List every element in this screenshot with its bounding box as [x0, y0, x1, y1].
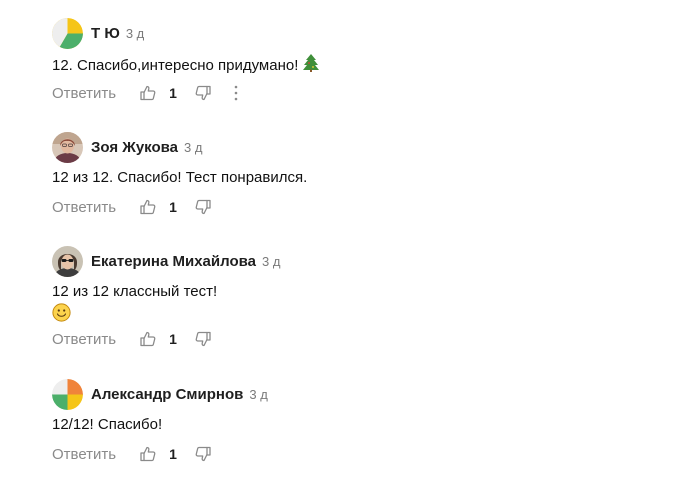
- thumbs-up-icon[interactable]: [140, 331, 156, 347]
- thumbs-down-icon[interactable]: [195, 85, 211, 101]
- smile-emoji-icon: [52, 303, 71, 328]
- more-options-icon[interactable]: [233, 85, 239, 101]
- comment-time: 3 д: [249, 386, 268, 402]
- comment-text: 12. Спасибо,интересно придумано!: [52, 54, 319, 78]
- reply-button[interactable]: Ответить: [52, 446, 116, 463]
- reply-button[interactable]: Ответить: [52, 85, 116, 102]
- comment-header: Екатерина Михайлова 3 д: [52, 245, 280, 277]
- thumbs-up-icon[interactable]: [140, 85, 156, 101]
- avatar[interactable]: [52, 245, 83, 277]
- comment-text: 12 из 12 классный тест!: [52, 282, 217, 328]
- comment-time: 3 д: [261, 253, 281, 269]
- avatar[interactable]: [52, 17, 83, 49]
- comment-actions: Ответить 1: [52, 444, 211, 464]
- like-count: 1: [169, 446, 177, 462]
- thumbs-up-icon[interactable]: [140, 199, 156, 215]
- thumbs-down-icon[interactable]: [195, 331, 211, 347]
- avatar[interactable]: [52, 378, 83, 410]
- comment-author[interactable]: Т Ю: [91, 25, 120, 42]
- comment-header: Т Ю 3 д: [52, 17, 144, 49]
- comment-text-content: 12. Спасибо,интересно придумано!: [52, 56, 299, 74]
- comment-actions: Ответить 1: [52, 197, 211, 217]
- comment-header: Александр Смирнов 3 д: [52, 378, 268, 410]
- thumbs-down-icon[interactable]: [195, 446, 211, 462]
- tree-emoji-icon: [302, 54, 319, 78]
- avatar[interactable]: [52, 131, 83, 163]
- thumbs-up-icon[interactable]: [140, 446, 156, 462]
- comment-actions: Ответить 1: [52, 329, 211, 349]
- like-count: 1: [169, 85, 177, 101]
- comment-header: Зоя Жукова 3 д: [52, 131, 202, 163]
- like-count: 1: [169, 199, 177, 215]
- reply-button[interactable]: Ответить: [52, 331, 116, 348]
- like-count: 1: [169, 331, 177, 347]
- comment-text: 12 из 12. Спасибо! Тест понравился.: [52, 168, 307, 188]
- pie-avatar-icon: [52, 17, 83, 49]
- comment-author[interactable]: Екатерина Михайлова: [91, 253, 256, 270]
- comment-text-content: 12/12! Спасибо!: [52, 416, 163, 433]
- comment-author[interactable]: Александр Смирнов: [91, 386, 243, 403]
- comment-actions: Ответить 1: [52, 83, 239, 103]
- comment-text-content: 12 из 12 классный тест!: [52, 283, 218, 300]
- comment-text: 12/12! Спасибо!: [52, 415, 162, 435]
- comment-time: 3 д: [184, 139, 203, 155]
- comment-text-content: 12 из 12. Спасибо! Тест понравился.: [52, 169, 308, 186]
- comment-time: 3 д: [125, 25, 145, 41]
- comment-emoji-line: [52, 303, 217, 328]
- thumbs-down-icon[interactable]: [195, 199, 211, 215]
- pie-avatar-icon: [52, 378, 83, 410]
- reply-button[interactable]: Ответить: [52, 199, 116, 216]
- user-photo-icon: [52, 131, 83, 163]
- comment-author[interactable]: Зоя Жукова: [91, 139, 178, 156]
- user-photo-icon: [52, 245, 83, 277]
